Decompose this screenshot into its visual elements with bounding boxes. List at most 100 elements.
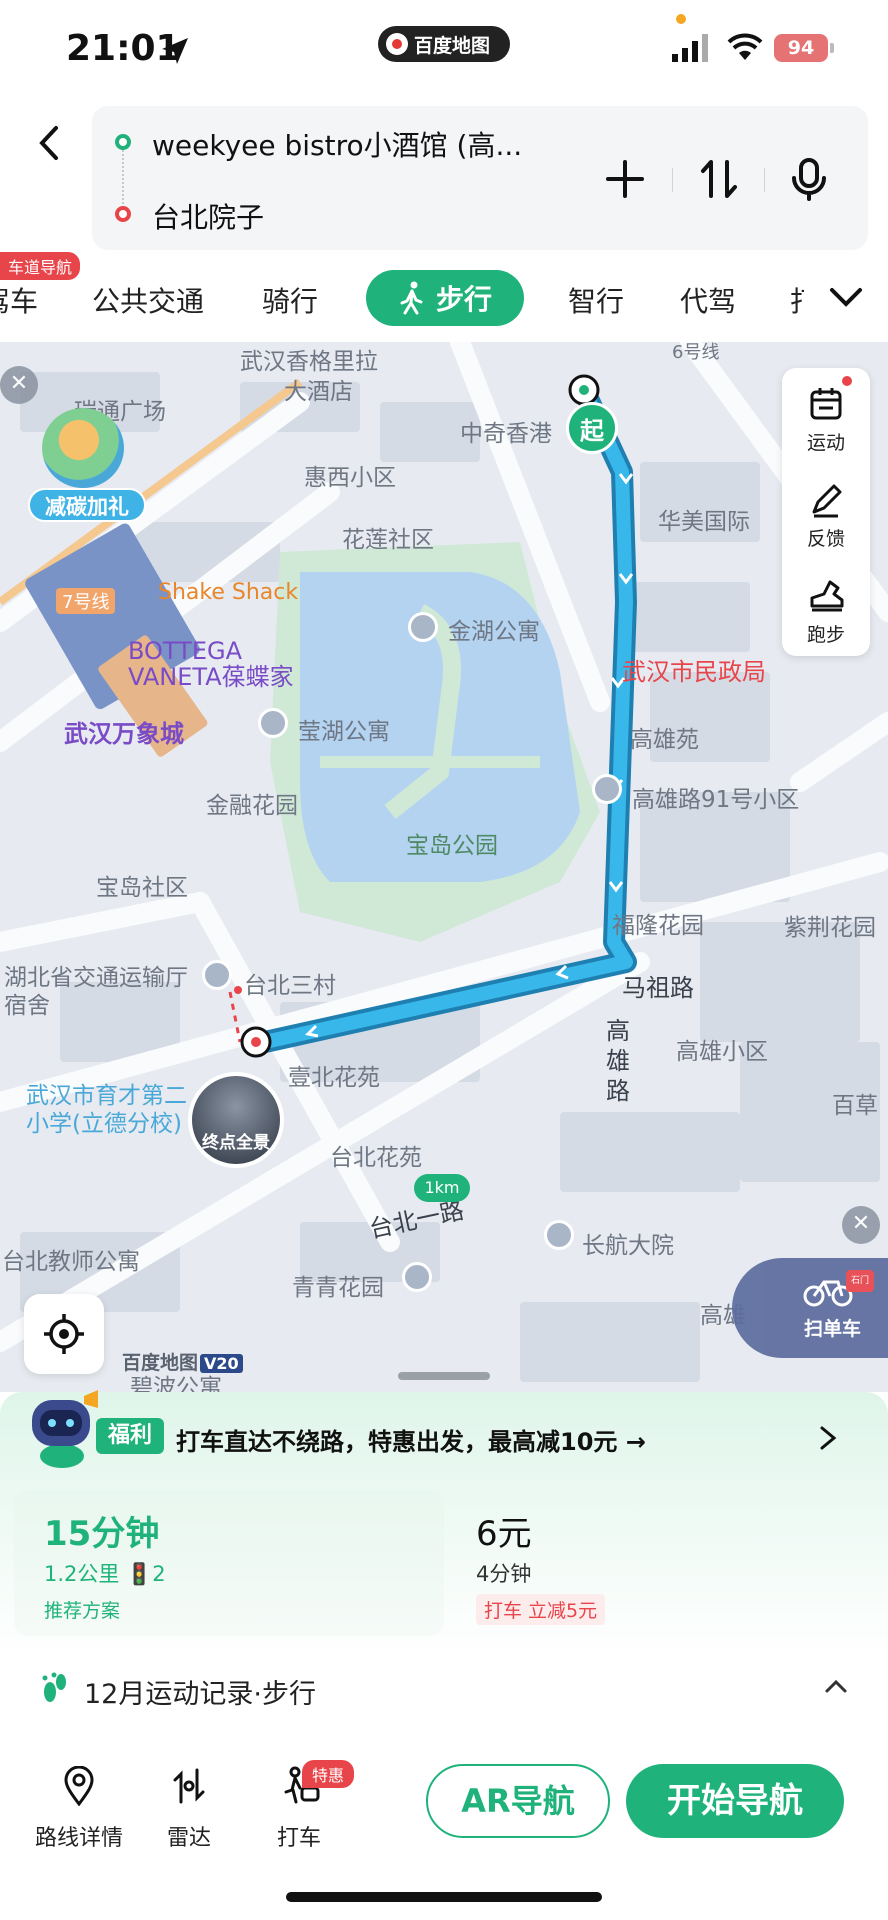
- promo-label: 减碳加礼: [28, 488, 146, 522]
- tab-smart[interactable]: 智行: [568, 280, 624, 320]
- add-waypoint-icon[interactable]: [600, 154, 650, 204]
- tool-sport[interactable]: 运动: [782, 368, 870, 464]
- start-navigation-button[interactable]: 开始导航: [626, 1764, 844, 1838]
- tab-taxi-partial[interactable]: 打车: [790, 280, 804, 320]
- tool-label: 运动: [806, 432, 845, 454]
- ar-navigation-button[interactable]: AR导航: [426, 1764, 610, 1838]
- plan-walk[interactable]: 15分钟 1.2公里 🚦2 推荐方案: [14, 1490, 444, 1636]
- edit-icon: [812, 484, 842, 518]
- tool-feedback[interactable]: 反馈: [782, 464, 870, 560]
- road-label-gaoxiong: 高雄路: [606, 1017, 630, 1105]
- map-label: 高雄小区: [676, 1039, 768, 1065]
- back-arrow-icon[interactable]: [30, 118, 70, 168]
- chevron-down-icon[interactable]: [828, 282, 864, 310]
- plan-tag: 打车 立减5元: [476, 1594, 606, 1625]
- bottom-label: 雷达: [166, 1826, 211, 1851]
- home-indicator: [286, 1892, 602, 1902]
- poi-icon: [544, 1220, 574, 1250]
- map-label: 花莲社区: [342, 527, 434, 553]
- poi-bottega[interactable]: BOTTEGA VANETA葆蝶家: [128, 638, 318, 690]
- wifi-icon: [727, 33, 763, 60]
- map-label: 武汉香格里拉: [240, 349, 378, 375]
- poi-icon: [592, 774, 622, 804]
- target-icon: [44, 1314, 84, 1354]
- mascot-icon: [42, 408, 124, 488]
- privacy-indicator: [676, 14, 686, 24]
- poi-icon: [202, 960, 232, 990]
- app-return-pill[interactable]: 百度地图: [378, 26, 510, 62]
- bottom-label: 路线详情: [34, 1826, 123, 1851]
- map-label: 惠西小区: [304, 465, 396, 491]
- scan-bike-button[interactable]: 石门 扫单车: [732, 1258, 888, 1358]
- poi-baodao-park[interactable]: 宝岛公园: [406, 826, 498, 860]
- distance-marker: 1km: [414, 1174, 470, 1202]
- poi-mixc[interactable]: 武汉万象城: [64, 714, 184, 749]
- start-marker[interactable]: 起: [566, 402, 618, 454]
- map-label: 湖北省交通运输厅宿舍: [4, 965, 188, 1019]
- bottom-action-bar: 路线详情 雷达 打车 特惠 AR导航 开始导航: [0, 1744, 888, 1920]
- map-side-tools: 运动 反馈 跑步: [782, 368, 870, 656]
- map-label: 福隆花园: [612, 913, 704, 939]
- road-label-mazu: 马祖路: [622, 974, 694, 1002]
- map-label: 金湖公寓: [448, 619, 540, 645]
- map-label: 宝岛社区: [96, 875, 188, 901]
- route-connector: [122, 142, 124, 204]
- promo-text: 打车直达不绕路，特惠出发，最高减10元 →: [176, 1428, 646, 1456]
- route-plans: 15分钟 1.2公里 🚦2 推荐方案 6元 4分钟 打车 立减5元: [14, 1490, 874, 1636]
- tool-label: 反馈: [806, 528, 845, 550]
- map-label: 中奇香港: [460, 421, 552, 447]
- tab-walk[interactable]: 步行: [366, 270, 524, 326]
- tab-drive[interactable]: 驾车: [0, 280, 38, 320]
- discount-badge: 特惠: [302, 1760, 355, 1788]
- sheet-drag-handle[interactable]: [398, 1372, 490, 1380]
- carbon-promo-badge[interactable]: 减碳加礼: [28, 408, 146, 536]
- notification-dot: [842, 376, 852, 386]
- poi-civil-affairs[interactable]: 武汉市民政局: [622, 652, 766, 687]
- tool-run[interactable]: 跑步: [782, 560, 870, 656]
- tab-label: 步行: [435, 283, 492, 316]
- logo-version: V20: [200, 1354, 243, 1373]
- tab-transit[interactable]: 公共交通: [92, 280, 204, 320]
- exercise-record-row[interactable]: 12月运动记录·步行: [0, 1652, 888, 1726]
- poi-shake-shack[interactable]: Shake Shack: [158, 580, 298, 605]
- map-label: 华美国际: [658, 509, 750, 535]
- microphone-icon[interactable]: [784, 154, 834, 204]
- poi-school[interactable]: 武汉市育才第二小学(立德分校): [26, 1082, 196, 1138]
- map-label: 青青花园: [292, 1275, 384, 1301]
- close-promo-button[interactable]: ✕: [0, 366, 38, 404]
- locate-me-button[interactable]: [24, 1294, 104, 1374]
- bike-label: 扫单车: [804, 1318, 862, 1340]
- route-input-box: weekyee bistro小酒馆 (高... 台北院子: [92, 106, 868, 250]
- end-dot-icon: [115, 206, 131, 222]
- map-label: 金融花园: [206, 793, 298, 819]
- cellular-signal-icon: [672, 34, 708, 62]
- plan-detail: 4分钟: [476, 1562, 532, 1586]
- welfare-tag: 福利: [96, 1418, 165, 1454]
- divider: [764, 168, 765, 192]
- map-label: 百草: [832, 1093, 878, 1119]
- close-bike-button[interactable]: ✕: [842, 1206, 880, 1244]
- poi-icon: [258, 708, 288, 738]
- tab-chauffeur[interactable]: 代驾: [680, 280, 736, 320]
- map-label: 大酒店: [284, 379, 353, 405]
- tool-label: 跑步: [806, 624, 845, 646]
- status-bar: 21:01 百度地图 94: [0, 0, 888, 100]
- sneaker-icon: [810, 580, 844, 612]
- end-location-field[interactable]: 台北院子: [152, 196, 264, 236]
- walking-icon: [400, 281, 423, 315]
- app-name: 百度地图: [414, 34, 491, 57]
- start-location-field[interactable]: weekyee bistro小酒馆 (高...: [152, 124, 522, 164]
- swap-route-icon[interactable]: [694, 154, 744, 204]
- promo-banner[interactable]: 福利 打车直达不绕路，特惠出发，最高减10元 →: [0, 1390, 888, 1480]
- record-label: 12月运动记录·步行: [84, 1679, 316, 1710]
- destination-panorama[interactable]: 终点全景: [188, 1072, 284, 1168]
- location-pin-icon: [64, 1766, 94, 1806]
- start-dot-icon: [115, 134, 131, 150]
- metro-line-label: 6号线: [672, 342, 720, 363]
- plan-time: 15分钟: [44, 1514, 160, 1554]
- plan-tag: 推荐方案: [44, 1600, 121, 1622]
- map-logo: 百度地图 V20: [122, 1348, 243, 1375]
- map-view[interactable]: 武汉香格里拉 大酒店 瑞通广场 中奇香港 惠西小区 华美国际 花莲社区 7号线 …: [0, 342, 888, 1392]
- tab-bike[interactable]: 骑行: [262, 280, 318, 320]
- app-pin-icon: [386, 33, 408, 55]
